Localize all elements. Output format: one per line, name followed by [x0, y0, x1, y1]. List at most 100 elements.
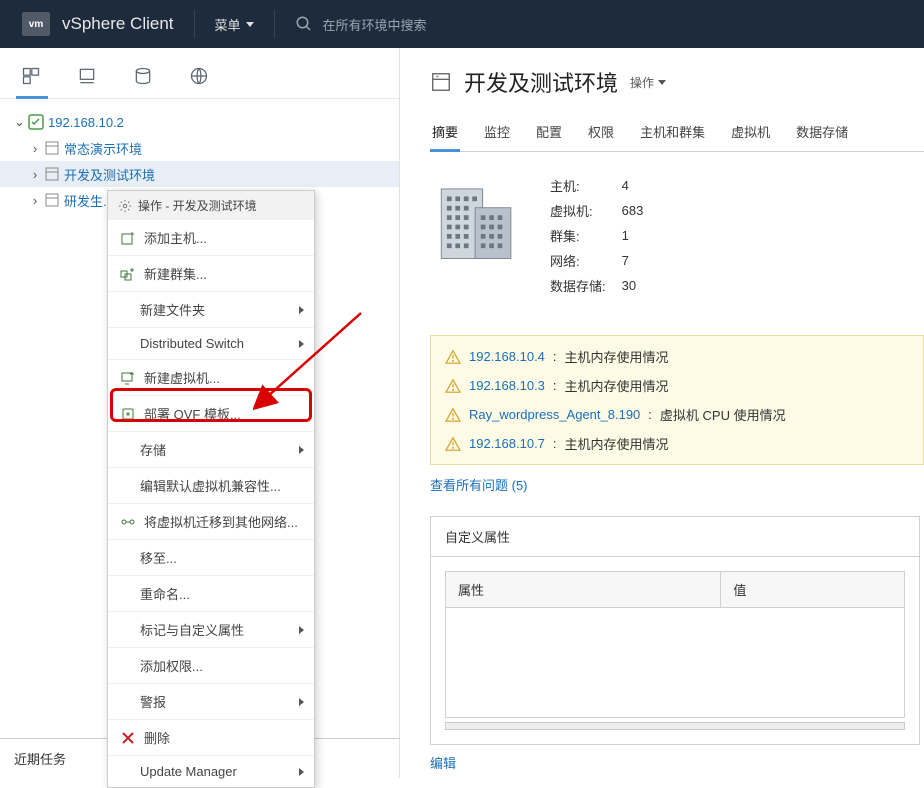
- view-tab-network[interactable]: [188, 66, 212, 88]
- view-all-issues-link[interactable]: 查看所有问题 (5): [430, 475, 924, 494]
- view-tabs: [0, 48, 399, 99]
- ctx-move-to[interactable]: 移至...: [108, 539, 314, 575]
- alert-text: 主机内存使用情况: [565, 434, 669, 453]
- tab-monitor[interactable]: 监控: [482, 116, 512, 151]
- ctx-label: 重命名...: [140, 584, 190, 603]
- ctx-add-host[interactable]: 添加主机...: [108, 220, 314, 255]
- submenu-arrow-icon: [299, 768, 304, 776]
- ctx-migrate[interactable]: 将虚拟机迁移到其他网络...: [108, 503, 314, 539]
- right-pane: 开发及测试环境 操作 摘要 监控 配置 权限 主机和群集 虚拟机 数据存储: [400, 48, 924, 778]
- alert-item[interactable]: 192.168.10.4: 主机内存使用情况: [431, 342, 923, 371]
- stat-label: 数据存储:: [550, 274, 620, 297]
- context-menu-header: 操作 - 开发及测试环境: [108, 191, 314, 220]
- tab-configure[interactable]: 配置: [534, 116, 564, 151]
- search-placeholder: 在所有环境中搜索: [323, 15, 427, 34]
- add-host-icon: [120, 230, 136, 246]
- datacenter-icon: [44, 166, 60, 182]
- stat-value: 7: [622, 249, 658, 272]
- ctx-deploy-ovf[interactable]: 部署 OVF 模板...: [108, 395, 314, 431]
- alert-text: 虚拟机 CPU 使用情况: [660, 405, 786, 424]
- app-title: vSphere Client: [62, 14, 174, 34]
- ctx-label: 移至...: [140, 548, 177, 567]
- hosts-clusters-icon: [20, 66, 42, 86]
- tree-label: 常态演示环境: [64, 139, 142, 158]
- alert-item[interactable]: 192.168.10.7: 主机内存使用情况: [431, 429, 923, 458]
- submenu-arrow-icon: [299, 698, 304, 706]
- search-input[interactable]: 在所有环境中搜索: [295, 15, 427, 34]
- tab-permissions[interactable]: 权限: [586, 116, 616, 151]
- ctx-tags[interactable]: 标记与自定义属性: [108, 611, 314, 647]
- content-tabs: 摘要 监控 配置 权限 主机和群集 虚拟机 数据存储: [430, 116, 924, 152]
- ctx-label: 警报: [140, 692, 166, 711]
- datacenter-icon: [44, 192, 60, 208]
- ctx-distributed-switch[interactable]: Distributed Switch: [108, 327, 314, 359]
- page-header: 开发及测试环境 操作: [430, 66, 924, 98]
- custom-attributes-section: 自定义属性 属性 值: [430, 516, 920, 745]
- alert-item[interactable]: 192.168.10.3: 主机内存使用情况: [431, 371, 923, 400]
- vm-logo: vm: [22, 12, 50, 36]
- alert-link: 192.168.10.4: [469, 349, 545, 364]
- ctx-label: 添加权限...: [140, 656, 203, 675]
- ctx-label: Update Manager: [140, 764, 237, 779]
- section-title: 自定义属性: [431, 517, 919, 557]
- actions-dropdown[interactable]: 操作: [630, 74, 666, 91]
- migrate-icon: [120, 514, 136, 530]
- alert-text: 主机内存使用情况: [565, 376, 669, 395]
- alert-text: 主机内存使用情况: [565, 347, 669, 366]
- alert-link: 192.168.10.7: [469, 436, 545, 451]
- chevron-down-icon: [246, 22, 254, 27]
- ctx-label: 添加主机...: [144, 228, 207, 247]
- gear-icon: [118, 199, 132, 213]
- edit-link[interactable]: 编辑: [430, 753, 924, 772]
- tab-vms[interactable]: 虚拟机: [729, 116, 772, 151]
- ctx-alarms[interactable]: 警报: [108, 683, 314, 719]
- tab-datastores[interactable]: 数据存储: [794, 116, 850, 151]
- actions-label: 操作: [630, 74, 654, 91]
- stats-table: 主机:4 虚拟机:683 群集:1 网络:7 数据存储:30: [548, 172, 659, 299]
- view-tab-vms[interactable]: [76, 66, 100, 88]
- tab-summary[interactable]: 摘要: [430, 116, 460, 151]
- submenu-arrow-icon: [299, 306, 304, 314]
- tree-item-dc1[interactable]: › 常态演示环境: [0, 135, 399, 161]
- alert-item[interactable]: Ray_wordpress_Agent_8.190: 虚拟机 CPU 使用情况: [431, 400, 923, 429]
- delete-icon: [120, 730, 136, 746]
- col-header-attr: 属性: [446, 572, 721, 608]
- alerts-panel: 192.168.10.4: 主机内存使用情况 192.168.10.3: 主机内…: [430, 335, 924, 465]
- stat-value: 683: [622, 199, 658, 222]
- separator: [274, 10, 275, 38]
- stat-value: 4: [622, 174, 658, 197]
- ctx-storage[interactable]: 存储: [108, 431, 314, 467]
- tree-item-dc2[interactable]: › 开发及测试环境: [0, 161, 399, 187]
- stat-label: 群集:: [550, 224, 620, 247]
- warning-icon: [445, 379, 461, 393]
- ctx-edit-compat[interactable]: 编辑默认虚拟机兼容性...: [108, 467, 314, 503]
- ctx-new-vm[interactable]: 新建虚拟机...: [108, 359, 314, 395]
- ctx-label: 编辑默认虚拟机兼容性...: [140, 476, 281, 495]
- ctx-add-permission[interactable]: 添加权限...: [108, 647, 314, 683]
- ctx-new-cluster[interactable]: 新建群集...: [108, 255, 314, 291]
- stat-label: 网络:: [550, 249, 620, 272]
- ctx-new-folder[interactable]: 新建文件夹: [108, 291, 314, 327]
- summary-section: 主机:4 虚拟机:683 群集:1 网络:7 数据存储:30: [430, 172, 924, 299]
- tree-label: 192.168.10.2: [48, 115, 124, 130]
- toggle-icon[interactable]: ›: [30, 141, 40, 156]
- ctx-rename[interactable]: 重命名...: [108, 575, 314, 611]
- ctx-label: 新建文件夹: [140, 300, 205, 319]
- menu-button[interactable]: 菜单: [215, 15, 254, 34]
- tree-root[interactable]: ⌄ 192.168.10.2: [0, 109, 399, 135]
- page-title: 开发及测试环境: [464, 66, 618, 98]
- view-tab-storage[interactable]: [132, 66, 156, 88]
- view-tab-hosts[interactable]: [20, 66, 44, 88]
- ctx-delete[interactable]: 删除: [108, 719, 314, 755]
- tab-hosts-clusters[interactable]: 主机和群集: [638, 116, 707, 151]
- toggle-icon[interactable]: ›: [30, 193, 40, 208]
- toggle-icon[interactable]: ›: [30, 167, 40, 182]
- top-bar: vm vSphere Client 菜单 在所有环境中搜索: [0, 0, 924, 48]
- datacenter-icon: [44, 140, 60, 156]
- warning-icon: [445, 408, 461, 422]
- menu-label: 菜单: [215, 15, 241, 34]
- toggle-icon[interactable]: ⌄: [14, 114, 24, 130]
- scrollbar-horizontal[interactable]: [445, 722, 905, 730]
- network-icon: [188, 66, 210, 86]
- ctx-update-manager[interactable]: Update Manager: [108, 755, 314, 787]
